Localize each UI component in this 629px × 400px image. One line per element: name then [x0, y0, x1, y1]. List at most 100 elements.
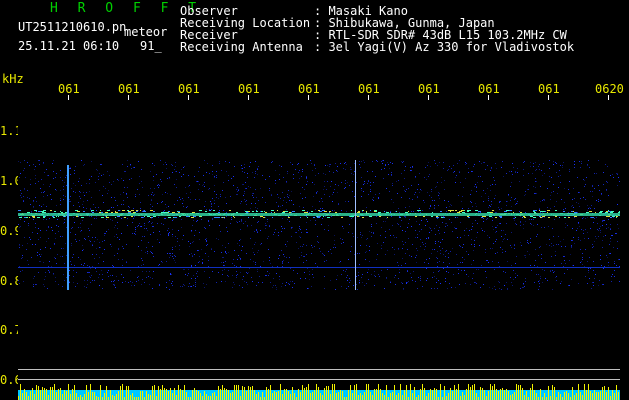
- noise-pixel: [540, 246, 541, 247]
- noise-pixel: [584, 180, 585, 181]
- noise-pixel: [392, 185, 393, 186]
- noise-pixel: [464, 259, 465, 260]
- noise-pixel: [288, 190, 289, 191]
- noise-pixel: [132, 222, 133, 223]
- noise-pixel: [451, 287, 452, 288]
- noise-pixel: [66, 175, 67, 176]
- noise-pixel: [153, 195, 154, 196]
- noise-pixel: [105, 216, 106, 217]
- carrier-pixel: [41, 211, 44, 212]
- noise-pixel: [590, 208, 591, 209]
- noise-pixel: [354, 171, 355, 172]
- noise-pixel: [260, 230, 261, 231]
- noise-pixel: [499, 201, 500, 202]
- noise-pixel: [64, 219, 65, 220]
- noise-pixel: [176, 171, 177, 172]
- noise-pixel: [88, 236, 89, 237]
- carrier-pixel: [573, 211, 574, 212]
- noise-pixel: [111, 197, 112, 198]
- noise-pixel: [423, 244, 424, 245]
- noise-pixel: [103, 174, 104, 175]
- noise-pixel: [219, 163, 220, 164]
- noise-pixel: [222, 274, 223, 275]
- carrier-pixel: [606, 216, 609, 217]
- noise-pixel: [440, 253, 441, 254]
- noise-pixel: [211, 203, 212, 204]
- noise-pixel: [90, 282, 91, 283]
- noise-pixel: [141, 284, 142, 285]
- carrier-pixel: [461, 210, 464, 211]
- noise-pixel: [115, 225, 116, 226]
- noise-pixel: [592, 185, 593, 186]
- noise-pixel: [53, 274, 54, 275]
- peak-bar: [268, 389, 269, 400]
- noise-pixel: [90, 268, 91, 269]
- noise-pixel: [594, 278, 595, 279]
- noise-pixel: [248, 212, 249, 213]
- noise-pixel: [184, 269, 185, 270]
- noise-pixel: [179, 197, 180, 198]
- noise-pixel: [102, 274, 103, 275]
- peak-bar: [202, 396, 203, 400]
- noise-pixel: [535, 162, 536, 163]
- noise-pixel: [525, 278, 526, 279]
- noise-pixel: [437, 165, 438, 166]
- noise-pixel: [377, 243, 378, 244]
- noise-pixel: [100, 164, 101, 165]
- peak-bar: [502, 388, 503, 400]
- peak-bar: [148, 394, 149, 400]
- noise-pixel: [35, 227, 36, 228]
- noise-pixel: [333, 192, 334, 193]
- noise-pixel: [397, 262, 398, 263]
- peak-bar: [158, 386, 159, 400]
- noise-pixel: [330, 280, 331, 281]
- noise-pixel: [78, 227, 79, 228]
- noise-pixel: [324, 255, 325, 256]
- noise-pixel: [72, 227, 73, 228]
- peak-bar: [294, 393, 295, 400]
- noise-pixel: [257, 174, 258, 175]
- noise-pixel: [615, 233, 616, 234]
- peak-bar: [238, 385, 239, 400]
- noise-pixel: [113, 207, 114, 208]
- noise-pixel: [476, 269, 477, 270]
- noise-pixel: [160, 160, 161, 161]
- carrier-pixel: [482, 216, 483, 217]
- noise-pixel: [24, 188, 25, 189]
- carrier-pixel: [150, 210, 153, 211]
- noise-pixel: [196, 273, 197, 274]
- carrier-pixel: [92, 212, 94, 213]
- noise-pixel: [326, 189, 327, 190]
- noise-pixel: [199, 199, 200, 200]
- noise-pixel: [40, 249, 41, 250]
- noise-pixel: [89, 272, 90, 273]
- noise-pixel: [402, 162, 403, 163]
- noise-pixel: [276, 202, 277, 203]
- noise-pixel: [248, 272, 249, 273]
- noise-pixel: [578, 192, 579, 193]
- noise-pixel: [94, 258, 95, 259]
- noise-pixel: [373, 233, 374, 234]
- noise-pixel: [174, 255, 175, 256]
- noise-pixel: [574, 198, 575, 199]
- noise-pixel: [88, 272, 89, 273]
- noise-pixel: [577, 177, 578, 178]
- noise-pixel: [596, 217, 597, 218]
- noise-pixel: [62, 286, 63, 287]
- noise-pixel: [269, 225, 270, 226]
- noise-pixel: [254, 177, 255, 178]
- noise-pixel: [102, 288, 103, 289]
- noise-pixel: [20, 173, 21, 174]
- noise-pixel: [79, 178, 80, 179]
- noise-pixel: [237, 187, 238, 188]
- noise-pixel: [401, 173, 402, 174]
- noise-pixel: [121, 218, 122, 219]
- noise-pixel: [481, 228, 482, 229]
- carrier-pixel: [390, 212, 391, 213]
- noise-pixel: [60, 200, 61, 201]
- noise-pixel: [293, 178, 294, 179]
- noise-pixel: [511, 182, 512, 183]
- noise-pixel: [240, 203, 241, 204]
- noise-pixel: [496, 168, 497, 169]
- noise-pixel: [211, 204, 212, 205]
